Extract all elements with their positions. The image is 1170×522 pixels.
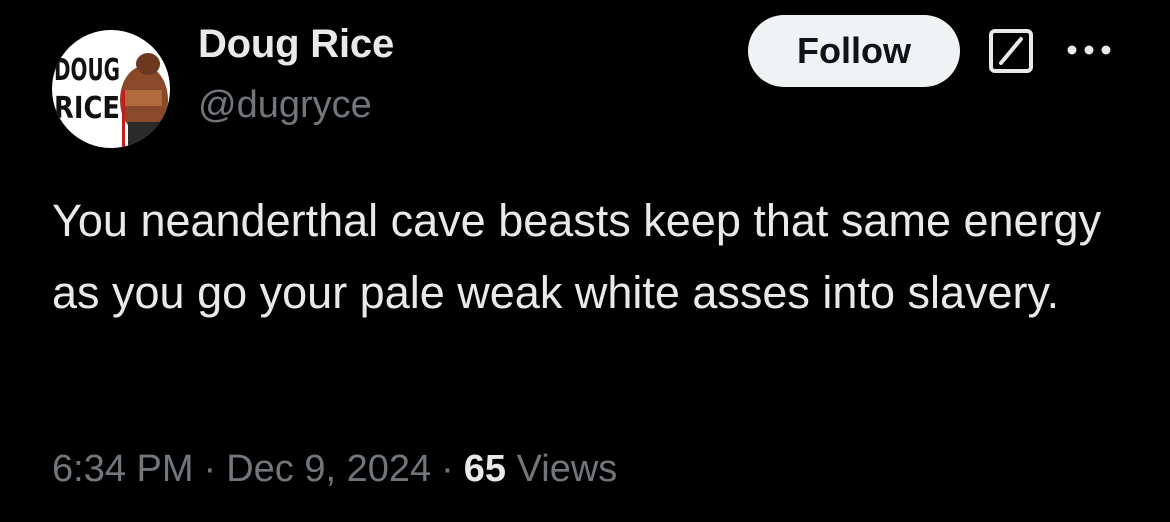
tweet-date[interactable]: Dec 9, 2024 bbox=[226, 448, 431, 490]
svg-text:DOUG: DOUG bbox=[54, 53, 120, 88]
views-count: 65 bbox=[463, 448, 507, 490]
meta-separator: · bbox=[203, 448, 217, 490]
svg-text:RICE: RICE bbox=[54, 91, 120, 126]
more-options-icon[interactable] bbox=[1064, 38, 1114, 62]
author-display-name[interactable]: Doug Rice bbox=[198, 22, 394, 67]
tweet-meta: 6:34 PM · Dec 9, 2024 · 65 Views bbox=[52, 448, 617, 491]
follow-button[interactable]: Follow bbox=[748, 15, 960, 87]
author-handle[interactable]: @dugryce bbox=[198, 84, 372, 127]
tweet-time[interactable]: 6:34 PM bbox=[52, 448, 194, 490]
avatar[interactable]: DOUG RICE bbox=[52, 30, 170, 148]
avatar-logo-lettering: DOUG RICE bbox=[54, 53, 120, 126]
grok-icon[interactable] bbox=[988, 28, 1034, 74]
meta-separator: · bbox=[441, 448, 454, 490]
tweet-text: You neanderthal cave beasts keep that sa… bbox=[52, 195, 1102, 318]
views-label: Views bbox=[516, 448, 618, 490]
tweet-card: DOUG RICE Doug Rice @dugryce Follow You … bbox=[0, 0, 1170, 522]
